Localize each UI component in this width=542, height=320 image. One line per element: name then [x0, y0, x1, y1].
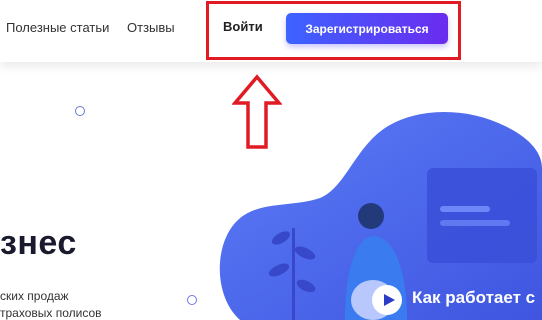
hero-description-line: траховых полисов: [0, 306, 102, 320]
hero-title: знес: [0, 224, 77, 262]
play-video-button[interactable]: [372, 285, 402, 315]
up-arrow-annotation: [232, 74, 282, 149]
nav-link-articles[interactable]: Полезные статьи: [6, 20, 109, 35]
hero-description-line: ских продаж: [0, 289, 69, 303]
video-label[interactable]: Как работает с: [412, 288, 535, 308]
illustration-monitor: [427, 168, 537, 263]
highlight-annotation-box: [206, 1, 461, 60]
nav-link-reviews[interactable]: Отзывы: [127, 20, 175, 35]
decorative-circle: [75, 106, 85, 116]
play-icon: [383, 294, 395, 306]
